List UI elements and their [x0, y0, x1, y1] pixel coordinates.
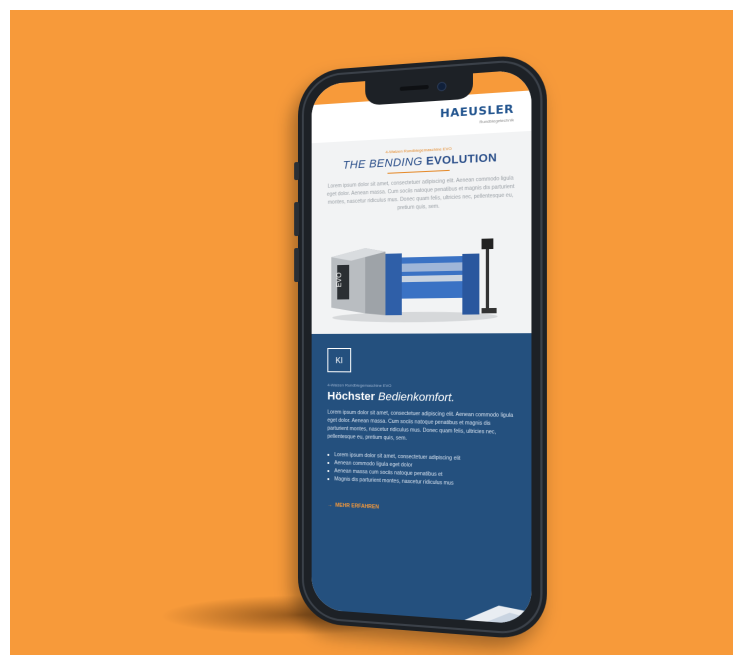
arrow-right-icon: →	[327, 502, 333, 509]
speaker-grille	[399, 84, 429, 91]
feature-title: Höchster Bedienkomfort.	[327, 390, 514, 405]
feature-title-bold: Höchster	[327, 390, 375, 404]
phone-body: HAEUSLER Rundbiegetechnik 4-Walzen Rundb…	[294, 53, 547, 641]
corner-decoration	[434, 601, 532, 625]
product-image-area: EVO	[311, 222, 532, 334]
hero-title-light: THE BENDING	[342, 155, 423, 172]
volume-down-button	[294, 247, 299, 283]
feature-section: KI 4-Walzen Rundbiegemaschine EVO Höchst…	[311, 333, 532, 625]
phone-mockup: HAEUSLER Rundbiegetechnik 4-Walzen Rundb…	[294, 53, 547, 641]
cta-label: MEHR ERFAHREN	[335, 502, 379, 511]
hero-body-text: Lorem ipsum dolor sit amet, consectetuer…	[326, 175, 515, 212]
feature-eyebrow: 4-Walzen Rundbiegemaschine EVO	[327, 382, 392, 389]
camera-icon	[437, 81, 447, 92]
hero-title-bold: EVOLUTION	[426, 151, 497, 168]
svg-text:EVO: EVO	[336, 272, 343, 288]
mute-switch	[294, 161, 299, 181]
hero-section: 4-Walzen Rundbiegemaschine EVO THE BENDI…	[311, 130, 532, 230]
volume-up-button	[294, 201, 299, 237]
feature-title-italic: Bedienkomfort.	[378, 390, 455, 405]
title-underline	[387, 169, 450, 174]
feature-body-text: Lorem ipsum dolor sit amet, consectetuer…	[327, 409, 514, 442]
phone-screen: HAEUSLER Rundbiegetechnik 4-Walzen Rundb…	[311, 69, 532, 625]
orange-backdrop: HAEUSLER Rundbiegetechnik 4-Walzen Rundb…	[10, 10, 733, 655]
mehr-erfahren-link[interactable]: → MEHR ERFAHREN	[327, 502, 379, 510]
ki-badge-icon: KI	[327, 348, 352, 373]
haeusler-logo[interactable]: HAEUSLER Rundbiegetechnik	[440, 102, 514, 126]
bending-machine-image: EVO	[331, 238, 498, 323]
feature-bullet-list: Lorem ipsum dolor sit amet, consectetuer…	[327, 451, 514, 490]
